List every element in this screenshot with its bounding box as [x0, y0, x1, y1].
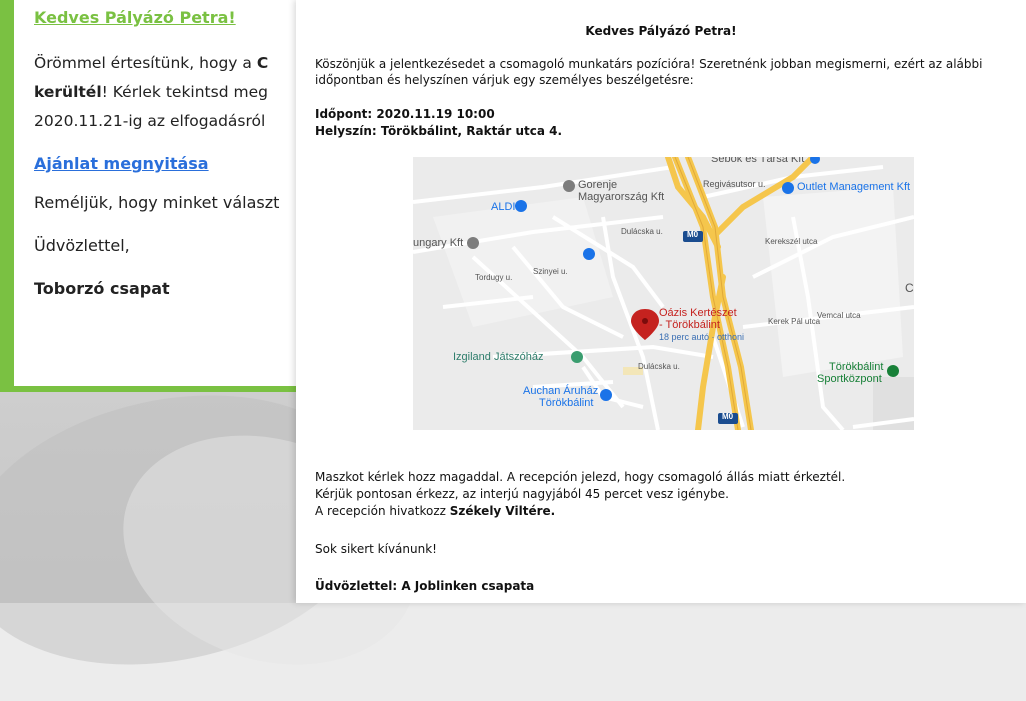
map-label: ungary Kft	[413, 237, 464, 249]
map-label: Dulácska u.	[621, 227, 663, 236]
email-line-3: 2020.11.21-ig az elfogadásról	[34, 112, 266, 130]
email-body: Örömmel értesítünk, hogy a Ckerültél! Ké…	[34, 49, 330, 136]
map-label: Szinyei u.	[533, 267, 568, 276]
contact-person: Székely Viltére.	[449, 504, 556, 518]
instruction-mask: Maszkot kérlek hozz magaddal. A recepció…	[315, 470, 846, 484]
map-label: Regivásutsor u.	[703, 179, 766, 189]
email-card: Kedves Pályázó Petra! Örömmel értesítünk…	[0, 0, 330, 392]
email-line-2-bold: kerültél	[34, 83, 102, 101]
email-line-1-bold: C	[256, 54, 269, 72]
open-offer-link[interactable]: Ajánlat megnyitása	[34, 154, 330, 173]
highway-shield: M0	[722, 412, 734, 421]
invitation-document: Kedves Pályázó Petra! Köszönjük a jelent…	[296, 0, 1026, 603]
map-label: Törökbálint	[829, 361, 884, 373]
doc-closing: Üdvözlettel: A Joblinken csapata	[315, 579, 535, 593]
location-map[interactable]: Sebők és Társa Kft Gorenje Magyarország …	[413, 157, 914, 430]
instruction-punctual: Kérjük pontosan érkezz, az interjú nagyj…	[315, 487, 729, 501]
doc-instructions: Maszkot kérlek hozz magaddal. A recepció…	[315, 469, 845, 520]
doc-title: Kedves Pályázó Petra!	[585, 24, 737, 38]
map-label: Vemcal utca	[817, 311, 861, 320]
map-label: Outlet Management Kft	[797, 181, 911, 193]
email-greeting: Kedves Pályázó Petra!	[34, 8, 236, 27]
email-hope: Reméljük, hogy minket választ	[34, 193, 280, 212]
email-line-1: Örömmel értesítünk, hogy a	[34, 54, 257, 72]
map-label: Sebők és Társa Kft	[711, 157, 805, 165]
doc-intro: Köszönjük a jelentkezésedet a csomagoló …	[315, 57, 983, 87]
map-label: Kerek Pál utca	[768, 317, 821, 326]
map-label: Tordugy u.	[475, 273, 513, 282]
email-regards: Üdvözlettel,	[34, 236, 130, 255]
map-label: Auchan Áruház	[523, 385, 599, 397]
good-luck: Sok sikert kívánunk!	[315, 542, 437, 556]
highway-shield: M0	[687, 230, 699, 239]
map-label: C	[905, 281, 914, 295]
map-label-destination: Oázis Kertészet	[659, 307, 737, 319]
map-label: ALDI	[491, 201, 516, 213]
instruction-reference-text: A recepción hivatkozz	[315, 504, 450, 518]
instruction-reference: A recepción hivatkozz Székely Viltére.	[315, 503, 845, 520]
email-line-2: ! Kérlek tekintsd meg	[101, 83, 268, 101]
map-label: Sportközpont	[817, 373, 882, 385]
map-label: Kerekszél utca	[765, 237, 818, 246]
map-label-destination: - Törökbálint	[659, 319, 720, 331]
map-label: Izgiland Játszóház	[453, 351, 544, 363]
map-label: Magyarország Kft	[578, 191, 665, 203]
interview-place: Helyszín: Törökbálint, Raktár utca 4.	[315, 124, 563, 138]
map-label: Dulácska u.	[638, 362, 680, 371]
email-signature: Toborzó csapat	[34, 279, 170, 298]
interview-time: Időpont: 2020.11.19 10:00	[315, 107, 495, 121]
doc-details: Időpont: 2020.11.19 10:00 Helyszín: Törö…	[315, 106, 562, 140]
map-label: Gorenje	[578, 179, 618, 191]
map-label-destination: 18 perc autó · otthoni	[659, 332, 745, 342]
map-label: Törökbálint	[539, 397, 594, 409]
